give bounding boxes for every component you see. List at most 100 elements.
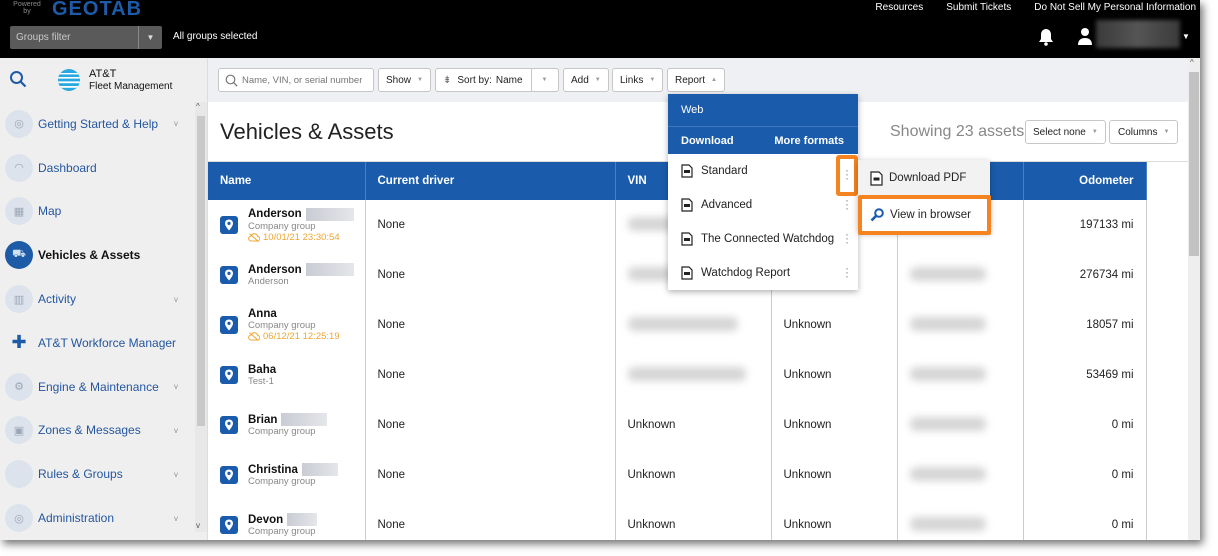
download-tab[interactable]: Download — [681, 135, 734, 147]
name-cell[interactable]: Anderson Company group 10/01/21 23:30:54 — [208, 200, 366, 250]
asset-name[interactable]: Christina — [248, 464, 298, 476]
table-row[interactable]: Devon Company group None Unknown Unknown 0 mi — [208, 500, 1147, 540]
main-scrollbar[interactable]: ^ — [1188, 58, 1200, 540]
report-item[interactable]: The Connected Watchdog · · · — [668, 222, 858, 256]
report-item[interactable]: Watchdog Report · · · — [668, 256, 858, 290]
columns-button[interactable]: Columns ▼ — [1109, 120, 1179, 144]
asset-name[interactable]: Brian — [248, 414, 277, 426]
add-button[interactable]: Add ▼ — [563, 68, 609, 92]
sidebar-item-at-t-workforce-manager[interactable]: ✚ AT&T Workforce Manager — [0, 321, 195, 365]
chevron-down-icon: ▼ — [594, 77, 601, 83]
standard-more-options-highlighted[interactable]: · · · — [836, 155, 858, 196]
map-pin-icon[interactable] — [220, 266, 238, 284]
sidebar-item-dashboard[interactable]: ◠ Dashboard — [0, 146, 195, 190]
name-cell[interactable]: Devon Company group — [208, 500, 366, 540]
sidebar-item-activity[interactable]: ▥ Activity v — [0, 277, 195, 321]
asset-count: Showing 23 assets — [890, 123, 1025, 140]
kebab-icon[interactable]: · · · — [844, 262, 850, 282]
main-scroll-thumb[interactable] — [1189, 72, 1199, 256]
sidebar-item-engine-maintenance[interactable]: ⚙ Engine & Maintenance v — [0, 365, 195, 409]
chevron-down-icon[interactable]: v — [174, 514, 178, 523]
sidebar-item-vehicles-assets[interactable]: ⛟ Vehicles & Assets — [0, 233, 195, 277]
groups-filter[interactable]: Groups filter ▼ — [10, 26, 162, 49]
sidebar-scrollbar[interactable]: ^ v — [195, 102, 207, 532]
user-menu-caret-icon[interactable]: ▼ — [1182, 32, 1190, 41]
sidebar-item-getting-started-help[interactable]: ◎ Getting Started & Help v — [0, 102, 195, 146]
odometer-cell: 0 mi — [1023, 400, 1147, 450]
top-bar: Powered by GEOTAB Groups filter ▼ All gr… — [0, 0, 1200, 58]
groups-filter-input[interactable]: Groups filter — [10, 26, 138, 49]
sort-by-button[interactable]: ⇟ Sort by: Name ▼ — [435, 68, 559, 92]
report-item[interactable]: Advanced · · · — [668, 188, 858, 222]
column-header-name[interactable]: Name — [208, 162, 366, 200]
sidebar-item-administration[interactable]: ◎ Administration v — [0, 496, 195, 540]
vin-value: Unknown — [627, 519, 676, 531]
user-icon[interactable] — [1077, 27, 1093, 45]
sort-dropdown-chevron-icon[interactable]: ▼ — [542, 77, 548, 83]
sidebar-scroll-thumb[interactable] — [197, 116, 205, 426]
kebab-icon: · · · — [845, 163, 849, 185]
map-pin-icon[interactable] — [220, 516, 238, 534]
map-pin-icon[interactable] — [220, 216, 238, 234]
search-field[interactable] — [218, 68, 374, 92]
map-pin-icon[interactable] — [220, 366, 238, 384]
asset-name[interactable]: Anderson — [248, 264, 302, 276]
submit-tickets-link[interactable]: Submit Tickets — [946, 2, 1011, 13]
redacted-value — [909, 266, 986, 281]
table-row[interactable]: Brian Company group None Unknown Unknown 0 mi — [208, 400, 1147, 450]
select-none-button[interactable]: Select none ▼ — [1025, 120, 1106, 144]
search-icon[interactable] — [9, 70, 27, 88]
sidebar-item-zones-messages[interactable]: ▣ Zones & Messages v — [0, 409, 195, 453]
chevron-down-icon[interactable]: v — [174, 295, 178, 304]
download-pdf-item[interactable]: Download PDF — [858, 160, 990, 196]
do-not-sell-link[interactable]: Do Not Sell My Personal Information — [1034, 2, 1196, 13]
chevron-down-icon[interactable]: v — [174, 382, 178, 391]
table-row[interactable]: Anna Company group 06/12/21 12:25:19 None Un… — [208, 300, 1147, 350]
report-menu-web[interactable]: Web — [668, 94, 858, 127]
column-header-current-driver[interactable]: Current driver — [365, 162, 616, 200]
column-4-cell: Unknown — [771, 300, 898, 350]
table-row[interactable]: Christina Company group None Unknown Unknown… — [208, 450, 1147, 500]
name-cell[interactable]: Baha Test-1 — [208, 350, 366, 400]
kebab-icon[interactable]: · · · — [844, 228, 850, 248]
chevron-down-icon[interactable]: v — [174, 470, 178, 479]
map-pin-icon[interactable] — [220, 416, 238, 434]
map-pin-icon[interactable] — [220, 466, 238, 484]
groups-filter-dropdown-button[interactable]: ▼ — [138, 26, 162, 49]
column-header-odometer[interactable]: Odometer — [1023, 162, 1147, 200]
asset-name[interactable]: Anna — [248, 308, 277, 320]
sidebar-item-label: Getting Started & Help — [38, 116, 159, 131]
user-name-redacted[interactable] — [1096, 20, 1180, 48]
show-button[interactable]: Show ▼ — [378, 68, 431, 92]
scroll-up-icon[interactable]: ^ — [196, 102, 200, 111]
sidebar-item-rules-groups[interactable]: Rules & Groups v — [0, 452, 195, 496]
chevron-down-icon[interactable]: v — [174, 119, 178, 128]
name-cell[interactable]: Anderson Anderson — [208, 250, 366, 300]
more-formats-tab[interactable]: More formats — [774, 135, 844, 147]
report-button[interactable]: Report ▲ — [667, 68, 725, 92]
bell-icon[interactable] — [1038, 28, 1054, 46]
table-row[interactable]: Baha Test-1 None Unknown 53469 mi — [208, 350, 1147, 400]
asset-name[interactable]: Devon — [248, 514, 283, 526]
sidebar-item-map[interactable]: ▦ Map — [0, 190, 195, 234]
name-cell[interactable]: Anna Company group 06/12/21 12:25:19 — [208, 300, 366, 350]
search-input[interactable] — [242, 74, 362, 86]
report-item[interactable]: Standard — [668, 154, 858, 188]
chevron-down-icon[interactable]: v — [174, 426, 178, 435]
asset-name[interactable]: Anderson — [248, 208, 302, 220]
odometer-cell: 0 mi — [1023, 500, 1147, 540]
scroll-down-icon[interactable]: v — [196, 521, 200, 530]
redacted-name — [281, 413, 328, 426]
xls-file-icon — [681, 198, 693, 212]
scroll-up-icon[interactable]: ^ — [1190, 58, 1194, 67]
view-in-browser-item[interactable]: View in browser — [858, 195, 991, 235]
asset-name[interactable]: Baha — [248, 364, 276, 376]
map-pin-icon[interactable] — [220, 316, 238, 334]
resources-link[interactable]: Resources — [875, 2, 923, 13]
name-cell[interactable]: Christina Company group — [208, 450, 366, 500]
kebab-icon[interactable]: · · · — [844, 194, 850, 214]
column-5-cell — [897, 500, 1024, 540]
odometer-cell: 0 mi — [1023, 450, 1147, 500]
links-button[interactable]: Links ▼ — [612, 68, 664, 92]
name-cell[interactable]: Brian Company group — [208, 400, 366, 450]
